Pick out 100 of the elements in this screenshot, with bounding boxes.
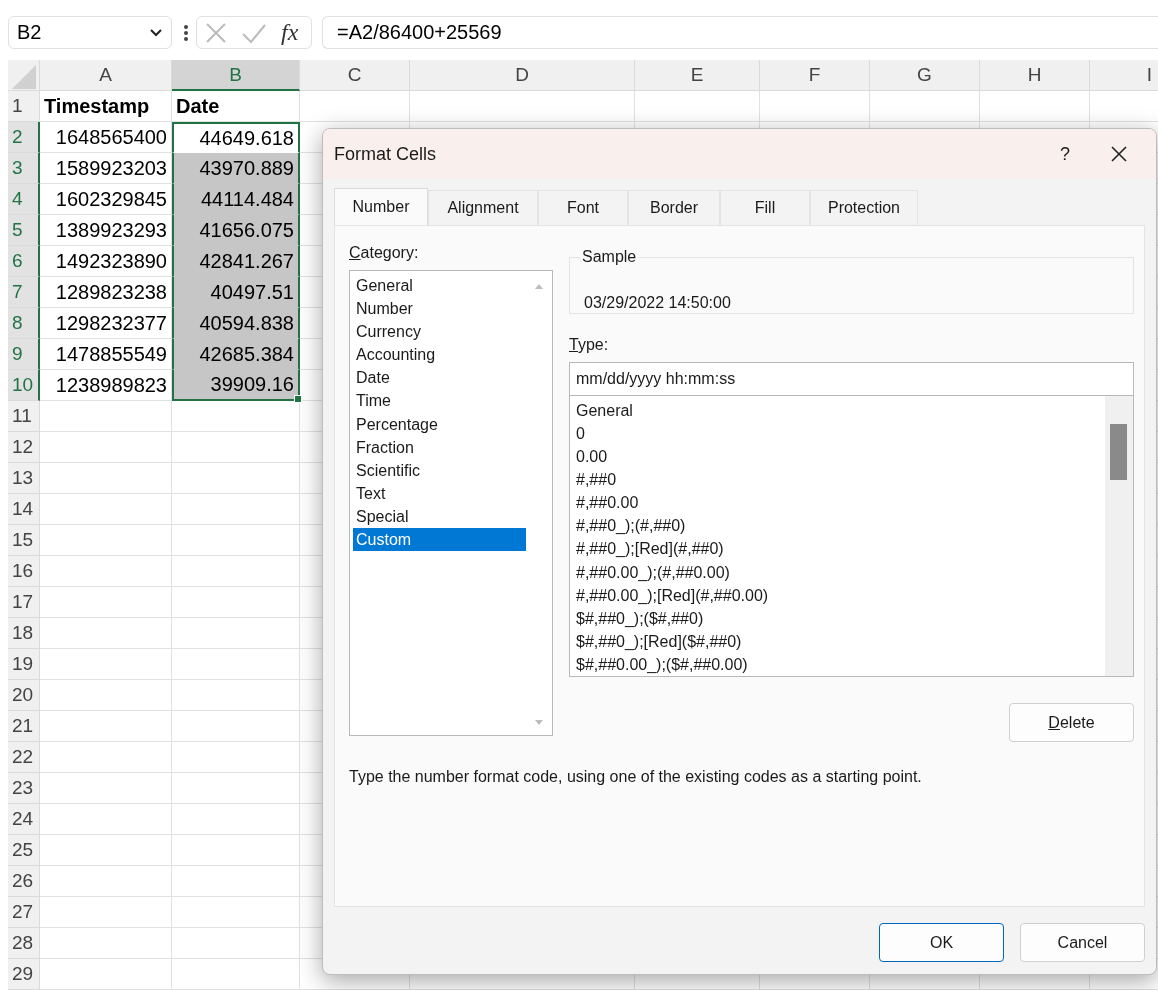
close-icon[interactable] <box>1110 145 1128 163</box>
category-item[interactable]: Number <box>353 297 526 321</box>
row-header[interactable]: 8 <box>8 308 40 339</box>
row-header[interactable]: 26 <box>8 866 40 897</box>
column-header[interactable]: G <box>870 60 980 91</box>
category-item[interactable]: Time <box>353 389 526 413</box>
row-header[interactable]: 1 <box>8 91 40 122</box>
scroll-up-icon[interactable] <box>534 282 544 290</box>
scrollbar[interactable] <box>1105 396 1133 676</box>
category-item[interactable]: Scientific <box>353 458 526 482</box>
row-header[interactable]: 9 <box>8 339 40 370</box>
category-list[interactable]: General Number Currency Accounting Date Time Percentage Fraction Scientific Text Special Custom <box>349 270 553 736</box>
formula-field[interactable]: =A2/86400+25569 <box>322 16 1158 49</box>
format-code-item[interactable]: $#,##0.00_);($#,##0.00) <box>573 652 1105 676</box>
row-header[interactable]: 7 <box>8 277 40 308</box>
column-header[interactable]: A <box>40 60 172 91</box>
table-cell[interactable]: 1478855549 <box>40 339 172 370</box>
category-item[interactable]: Percentage <box>353 412 526 436</box>
category-item[interactable]: Currency <box>353 320 526 344</box>
scroll-down-icon[interactable] <box>534 719 544 727</box>
row-header[interactable]: 23 <box>8 773 40 804</box>
format-code-item[interactable]: #,##0 <box>573 468 1105 492</box>
tab[interactable]: Border <box>628 190 720 225</box>
row-header[interactable]: 22 <box>8 742 40 773</box>
scrollbar-thumb[interactable] <box>1110 424 1127 480</box>
column-header[interactable]: B <box>172 60 300 91</box>
format-code-item[interactable]: #,##0.00 <box>573 491 1105 515</box>
row-header[interactable]: 17 <box>8 587 40 618</box>
table-cell[interactable]: 40594.838 <box>172 308 300 339</box>
tab[interactable]: Font <box>538 190 628 225</box>
column-header[interactable]: E <box>635 60 760 91</box>
column-header[interactable]: H <box>980 60 1090 91</box>
type-field[interactable]: mm/dd/yyyy hh:mm:ss <box>569 362 1134 396</box>
row-header[interactable]: 15 <box>8 525 40 556</box>
table-cell[interactable]: 1298232377 <box>40 308 172 339</box>
name-box[interactable]: B2 <box>8 16 172 49</box>
category-item[interactable]: Date <box>353 366 526 390</box>
row-header[interactable]: 10 <box>8 370 40 401</box>
row-header[interactable]: 5 <box>8 215 40 246</box>
row-header[interactable]: 21 <box>8 711 40 742</box>
column-header[interactable]: F <box>760 60 870 91</box>
ok-button[interactable]: OK <box>879 923 1004 962</box>
table-cell[interactable]: 42685.384 <box>172 339 300 370</box>
column-header[interactable]: I <box>1090 60 1158 91</box>
table-cell[interactable]: 1289823238 <box>40 277 172 308</box>
row-header[interactable]: 14 <box>8 494 40 525</box>
more-options-icon[interactable] <box>184 24 188 41</box>
row-header[interactable]: 12 <box>8 432 40 463</box>
table-cell[interactable]: 1492323890 <box>40 246 172 277</box>
table-cell[interactable]: 41656.075 <box>172 215 300 246</box>
format-code-item[interactable]: #,##0_);(#,##0) <box>573 514 1105 538</box>
table-cell[interactable]: Date <box>172 91 300 122</box>
tab[interactable]: Alignment <box>428 190 538 225</box>
column-header[interactable]: C <box>300 60 410 91</box>
row-header[interactable]: 28 <box>8 928 40 959</box>
format-code-item[interactable]: $#,##0_);($#,##0) <box>573 606 1105 630</box>
format-code-item[interactable]: 0 <box>573 422 1105 446</box>
table-cell[interactable]: 1238989823 <box>40 370 172 401</box>
table-cell[interactable]: 43970.889 <box>172 153 300 184</box>
row-header[interactable]: 4 <box>8 184 40 215</box>
table-cell[interactable]: Timestamp <box>40 91 172 122</box>
delete-button[interactable]: Delete <box>1009 703 1134 742</box>
table-cell[interactable]: 1589923203 <box>40 153 172 184</box>
category-item[interactable]: Custom <box>353 528 526 552</box>
type-list[interactable]: General 0 0.00 #,##0 #,##0.00 #,##0_);(#,##0) #,##0_);[Red](#,##0) #,##0.00_);(#,##0.00) #,##0.00_);[Red](#,##0.00) $#,##0_);($#,##0) $#,##0_);[Red]($#,##0) $#,##0.00_);($#,##0.00) <box>569 396 1134 677</box>
format-code-item[interactable]: #,##0.00_);[Red](#,##0.00) <box>573 583 1105 607</box>
row-header[interactable]: 11 <box>8 401 40 432</box>
row-header[interactable]: 29 <box>8 959 40 990</box>
table-cell[interactable]: 44114.484 <box>172 184 300 215</box>
row-header[interactable]: 2 <box>8 122 40 153</box>
tab[interactable]: Protection <box>810 190 918 225</box>
table-cell[interactable]: 39909.16 <box>172 370 300 401</box>
table-cell[interactable]: 42841.267 <box>172 246 300 277</box>
table-cell[interactable]: 40497.51 <box>172 277 300 308</box>
category-item[interactable]: Special <box>353 504 526 529</box>
category-item[interactable]: Accounting <box>353 343 526 367</box>
row-header[interactable]: 16 <box>8 556 40 587</box>
row-header[interactable]: 19 <box>8 649 40 680</box>
table-cell[interactable]: 44649.618 <box>172 122 300 153</box>
row-header[interactable]: 3 <box>8 153 40 184</box>
category-item[interactable]: Text <box>353 481 526 505</box>
table-cell[interactable]: 1389923293 <box>40 215 172 246</box>
row-header[interactable]: 18 <box>8 618 40 649</box>
table-cell[interactable]: 1602329845 <box>40 184 172 215</box>
row-header[interactable]: 6 <box>8 246 40 277</box>
category-item[interactable]: Fraction <box>353 435 526 459</box>
format-code-item[interactable]: #,##0_);[Red](#,##0) <box>573 537 1105 561</box>
row-header[interactable]: 27 <box>8 897 40 928</box>
format-code-item[interactable]: General <box>573 399 1105 423</box>
cancel-button[interactable]: Cancel <box>1020 923 1145 962</box>
tab[interactable]: Fill <box>720 190 810 225</box>
row-header[interactable]: 13 <box>8 463 40 494</box>
table-cell[interactable]: 1648565400 <box>40 122 172 153</box>
format-code-item[interactable]: #,##0.00_);(#,##0.00) <box>573 560 1105 584</box>
format-code-item[interactable]: $#,##0_);[Red]($#,##0) <box>573 629 1105 653</box>
help-button[interactable]: ? <box>1040 143 1090 165</box>
fill-handle[interactable] <box>294 395 302 403</box>
cancel-icon[interactable] <box>205 21 227 44</box>
tab[interactable]: Number <box>334 188 428 225</box>
chevron-down-icon[interactable] <box>149 27 163 38</box>
